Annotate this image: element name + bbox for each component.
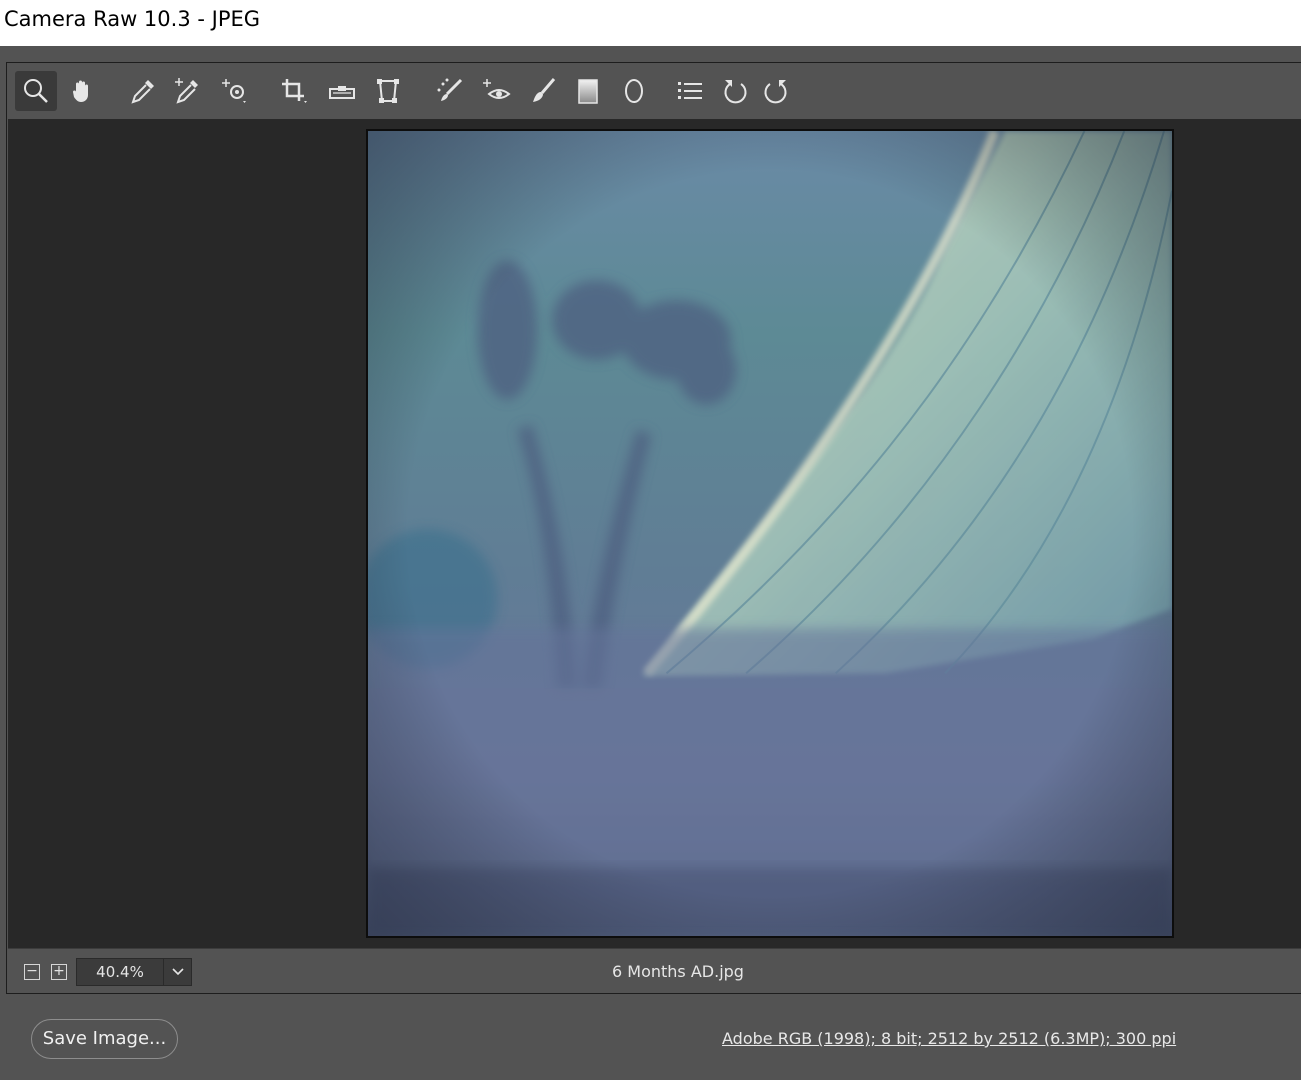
graduated-filter-tool[interactable]	[567, 71, 609, 111]
spot-removal-tool[interactable]	[429, 71, 471, 111]
toolbar	[8, 63, 1301, 118]
red-eye-icon	[483, 79, 511, 99]
save-image-button[interactable]: Save Image...	[31, 1019, 178, 1059]
preview-image[interactable]	[366, 129, 1174, 938]
level-icon	[329, 86, 355, 99]
color-sampler-tool[interactable]	[166, 71, 208, 111]
preview-status-bar: − + 40.4% 6 Months AD.jpg	[8, 948, 1301, 993]
eyedropper-icon	[131, 80, 154, 104]
target-adjust-icon	[222, 79, 246, 103]
color-sampler-icon	[175, 78, 198, 104]
radial-filter-tool[interactable]	[613, 71, 655, 111]
ellipse-icon	[625, 79, 643, 103]
brush-icon	[533, 78, 556, 102]
hand-icon	[73, 80, 88, 102]
straighten-tool[interactable]	[321, 71, 363, 111]
gradient-icon	[578, 79, 598, 104]
list-icon	[678, 82, 702, 99]
adjustment-brush-tool[interactable]	[522, 71, 564, 111]
window-title: Camera Raw 10.3 - JPEG	[0, 0, 1301, 46]
spot-removal-icon	[437, 78, 463, 101]
rotate-left-button[interactable]	[714, 71, 756, 111]
crop-icon	[282, 79, 307, 103]
white-balance-tool[interactable]	[122, 71, 164, 111]
rotate-cw-icon	[764, 80, 787, 104]
rotate-right-button[interactable]	[755, 71, 797, 111]
workflow-options-link[interactable]: Adobe RGB (1998); 8 bit; 2512 by 2512 (6…	[722, 1027, 1176, 1051]
crop-tool[interactable]	[273, 71, 315, 111]
file-name: 6 Months AD.jpg	[612, 962, 744, 981]
rotate-ccw-icon	[724, 80, 747, 104]
preview-photo-graphic	[368, 131, 1172, 936]
transform-icon	[377, 79, 399, 103]
targeted-adjustment-tool[interactable]	[214, 71, 256, 111]
red-eye-removal-tool[interactable]	[475, 71, 517, 111]
image-preview-area[interactable]	[8, 119, 1301, 948]
transform-tool[interactable]	[367, 71, 409, 111]
hand-tool[interactable]	[61, 71, 103, 111]
magnifier-icon	[24, 79, 48, 103]
preferences-button[interactable]	[669, 71, 711, 111]
zoom-tool[interactable]	[15, 71, 57, 111]
camera-raw-dialog: − + 40.4% 6 Months AD.jpg Save Image... …	[0, 46, 1301, 1080]
